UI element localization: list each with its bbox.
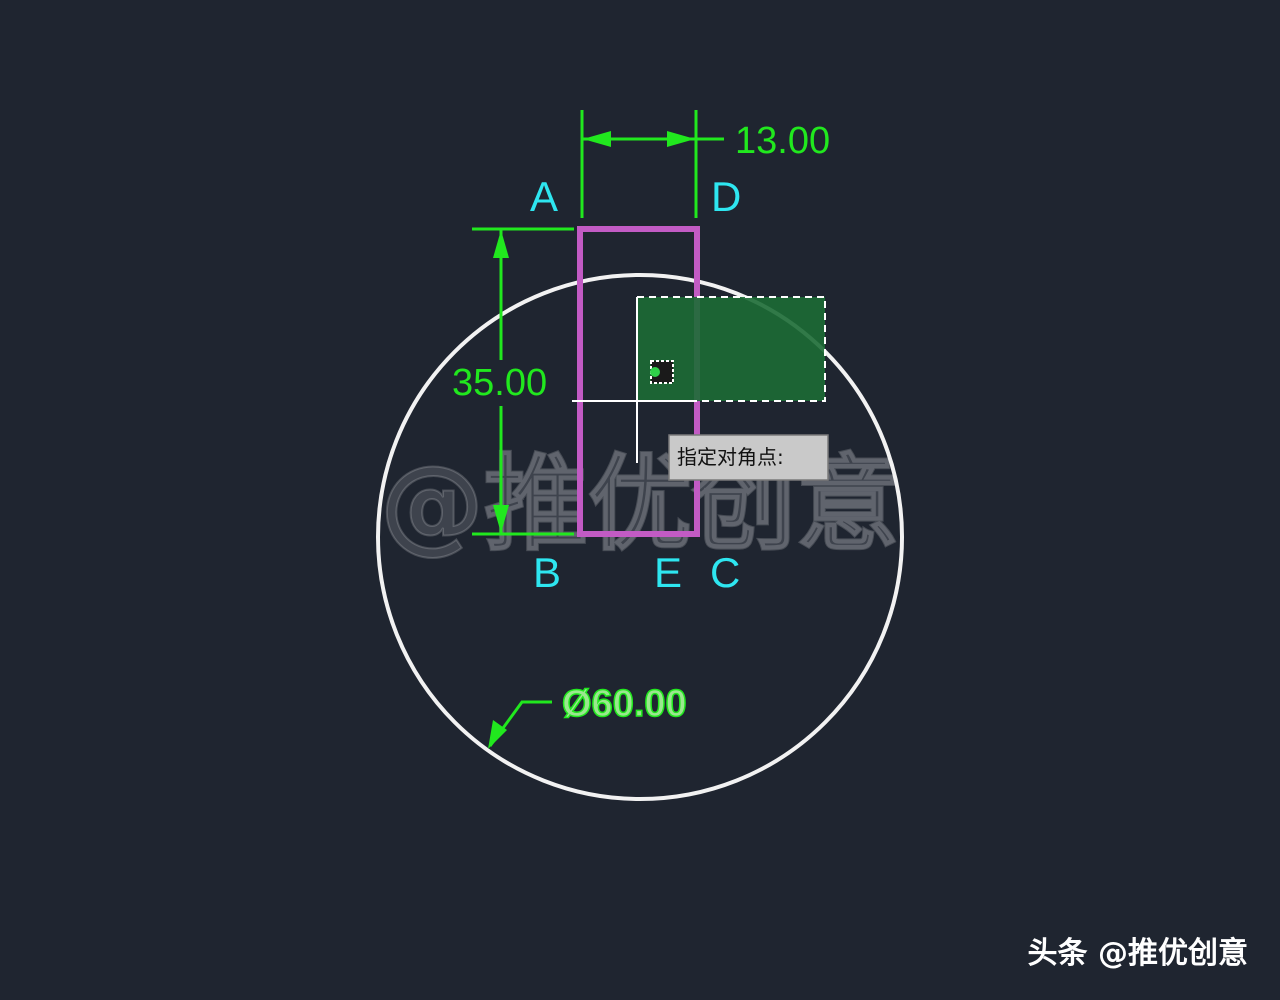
- diameter-leader-line: [488, 700, 552, 747]
- diameter-dimension-text: Ø60.00: [562, 683, 687, 725]
- width-dimension: [580, 110, 724, 218]
- point-label-c: C: [710, 549, 740, 596]
- point-label-d: D: [711, 173, 741, 220]
- width-dimension-text: 13.00: [735, 120, 830, 162]
- point-label-e: E: [654, 549, 682, 596]
- cad-drawing-canvas[interactable]: @推优创意 13.00 35.00 Ø60.00 A D B E C 指定对角点…: [0, 0, 1280, 1000]
- command-tooltip: 指定对角点:: [668, 434, 829, 481]
- height-arrow-top: [493, 230, 509, 258]
- height-dimension-text: 35.00: [452, 362, 547, 404]
- width-arrow-left: [583, 131, 611, 147]
- selection-window[interactable]: [636, 296, 826, 402]
- width-arrow-right: [667, 131, 695, 147]
- point-label-a: A: [530, 173, 558, 220]
- snap-marker-icon: [650, 360, 674, 384]
- platform-credit: 头条 @推优创意: [1028, 936, 1248, 971]
- command-tooltip-text: 指定对角点:: [677, 445, 784, 469]
- point-label-b: B: [533, 549, 561, 596]
